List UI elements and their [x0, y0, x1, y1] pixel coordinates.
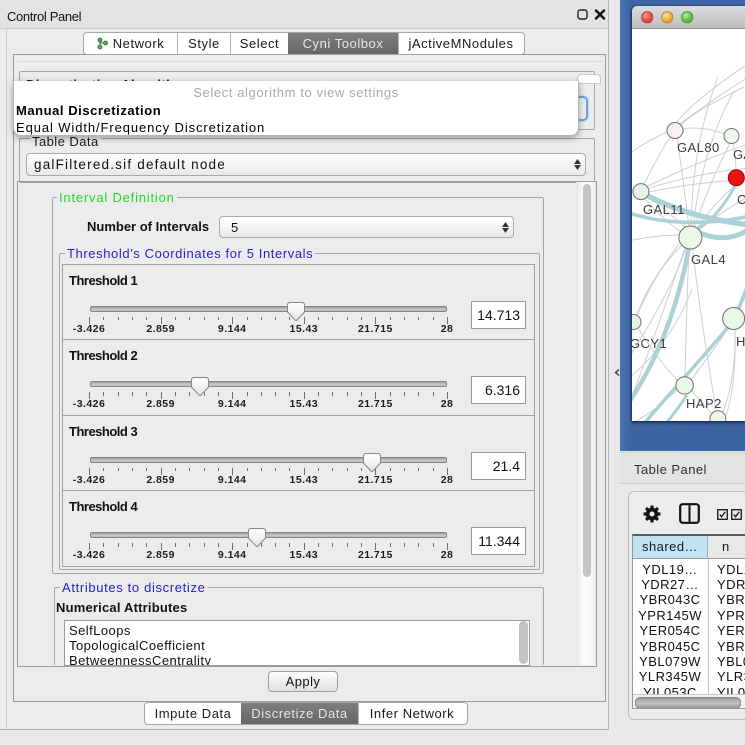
- svg-text:HA: HA: [736, 334, 745, 349]
- svg-text:GAL80: GAL80: [677, 140, 720, 155]
- svg-text:GAL11: GAL11: [643, 202, 685, 217]
- svg-text:HAP2: HAP2: [686, 396, 722, 411]
- svg-text:GAL4: GAL4: [691, 252, 726, 267]
- svg-text:GA: GA: [733, 147, 745, 162]
- svg-text:CR: CR: [737, 192, 745, 207]
- svg-text:GCY1: GCY1: [632, 336, 667, 351]
